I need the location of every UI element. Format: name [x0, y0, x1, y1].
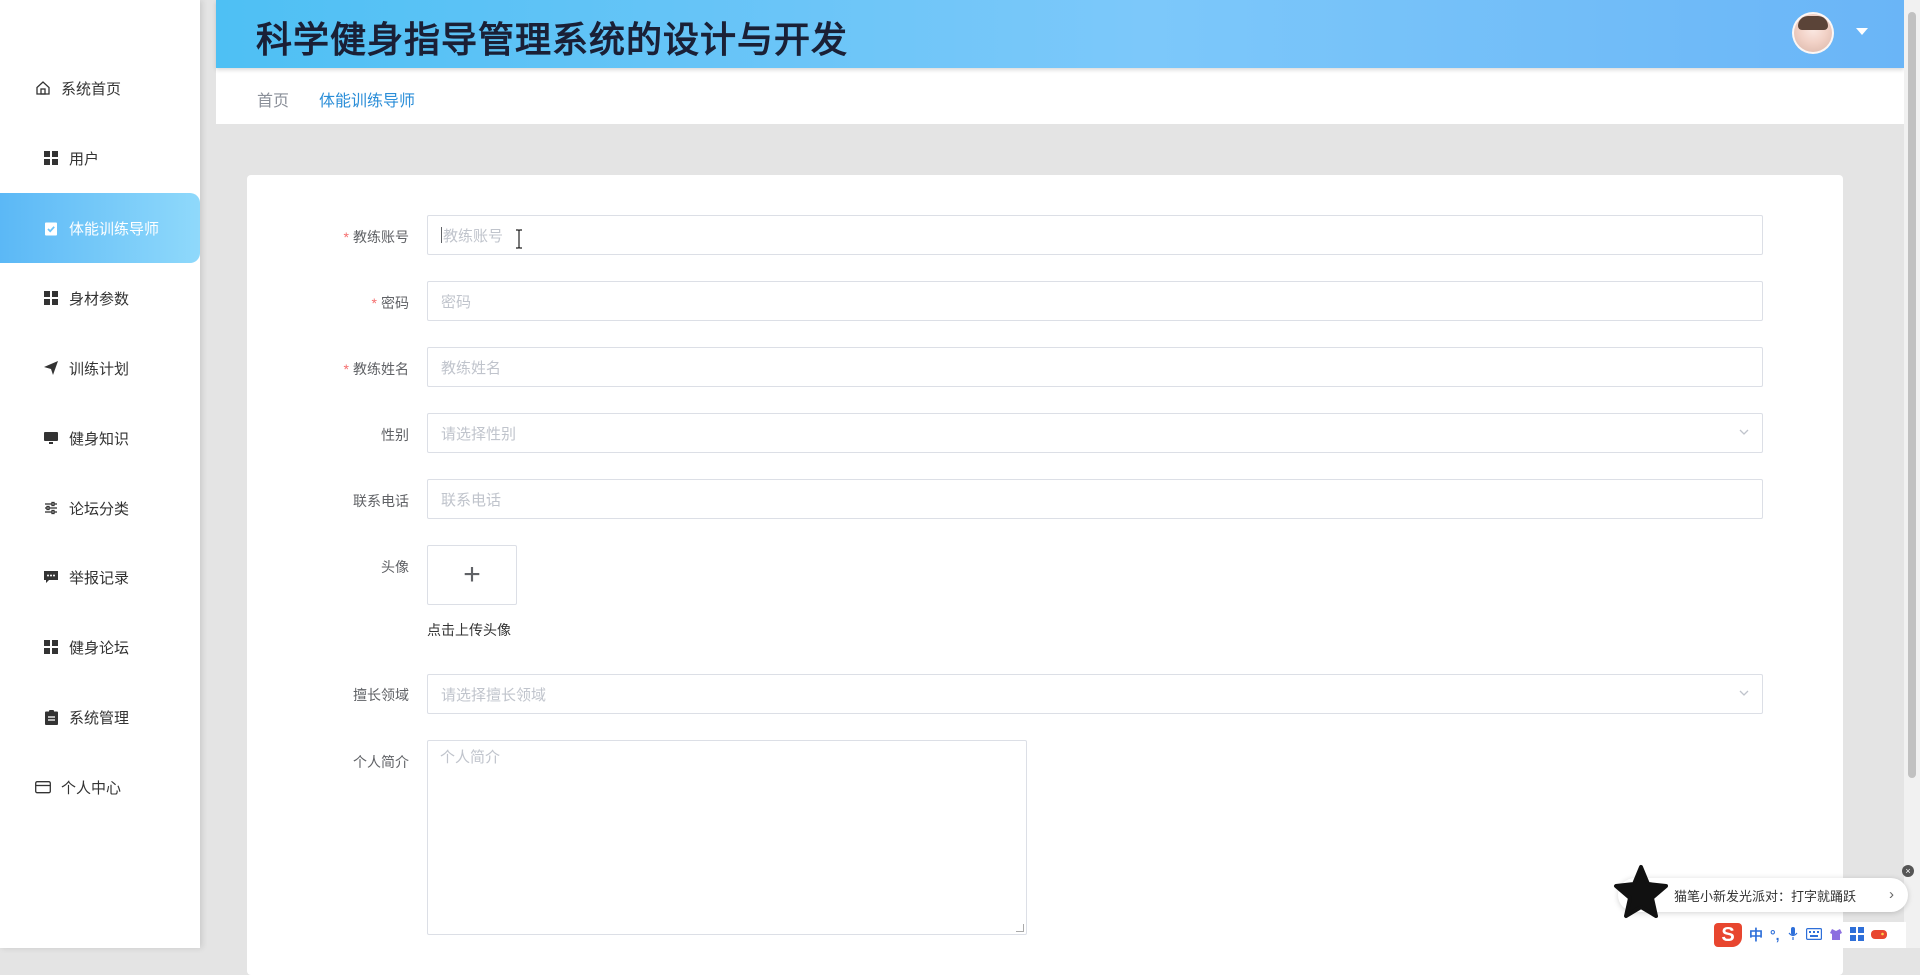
sogou-logo-icon[interactable]: S — [1714, 923, 1742, 947]
sidebar-item-personal-center[interactable]: 个人中心 — [0, 752, 200, 822]
sidebar-item-label: 训练计划 — [69, 360, 130, 378]
star-mascot-icon — [1614, 865, 1668, 918]
breadcrumb: 首页 体能训练导师 — [216, 68, 1904, 124]
sidebar-item-fitness-forum[interactable]: 健身论坛 — [0, 612, 200, 682]
ime-toolbar: S 中 °, — [1710, 922, 1906, 948]
sidebar-item-label: 用户 — [69, 150, 100, 168]
sidebar-item-trainers[interactable]: 体能训练导师 — [0, 193, 200, 263]
phone-placeholder: 联系电话 — [441, 491, 502, 509]
required-marker: * — [343, 361, 349, 377]
ime-mode[interactable]: 中 — [1749, 925, 1763, 945]
resize-handle[interactable] — [1016, 924, 1024, 932]
required-marker: * — [371, 295, 377, 311]
sidebar-item-label: 论坛分类 — [69, 500, 130, 518]
sidebar-item-label: 健身知识 — [69, 430, 130, 448]
avatar-label: 头像 — [381, 559, 409, 575]
specialty-placeholder: 请选择擅长领域 — [441, 686, 547, 704]
keyboard-icon[interactable] — [1805, 927, 1822, 943]
home-icon — [34, 79, 52, 97]
sidebar-item-label: 举报记录 — [69, 569, 130, 587]
ibeam-cursor-icon — [516, 229, 522, 249]
clipboard-icon — [42, 708, 60, 726]
ime-promo-popup[interactable]: 猫笔小新发光派对：打字就踊跃 › — [1614, 865, 1908, 918]
microphone-icon[interactable] — [1787, 926, 1799, 944]
name-label: * 教练姓名 — [343, 361, 409, 377]
text-caret — [441, 227, 442, 243]
close-icon[interactable]: × — [1902, 865, 1914, 877]
form-card: * 教练账号 教练账号 * 密码 密码 * 教练姓名 教练姓名 性别 请选择性别 联系… — [247, 175, 1843, 975]
sidebar-item-label: 系统首页 — [61, 80, 122, 98]
ime-punctuation[interactable]: °, — [1770, 927, 1780, 943]
skin-icon[interactable] — [1829, 927, 1843, 944]
gender-label: 性别 — [381, 427, 409, 443]
breadcrumb-home[interactable]: 首页 — [257, 87, 289, 111]
grid-icon — [42, 289, 60, 307]
app-title: 科学健身指导管理系统的设计与开发 — [256, 19, 849, 60]
sidebar-item-system-management[interactable]: 系统管理 — [0, 682, 200, 752]
clipboard-check-icon — [42, 219, 60, 237]
sidebar-item-body-params[interactable]: 身材参数 — [0, 263, 200, 333]
sidebar-item-fitness-knowledge[interactable]: 健身知识 — [0, 403, 200, 473]
header: 科学健身指导管理系统的设计与开发 — [216, 0, 1904, 68]
card-icon — [34, 778, 52, 796]
bio-label: 个人简介 — [353, 754, 409, 770]
sidebar-item-training-plan[interactable]: 训练计划 — [0, 333, 200, 403]
bio-textarea[interactable]: 个人简介 — [427, 740, 1027, 935]
sidebar-item-forum-category[interactable]: 论坛分类 — [0, 473, 200, 543]
gender-placeholder: 请选择性别 — [441, 425, 517, 443]
password-input[interactable]: 密码 — [427, 281, 1763, 321]
chevron-down-icon — [1738, 687, 1750, 702]
specialty-label: 擅长领域 — [353, 687, 409, 703]
message-icon — [42, 568, 60, 586]
scrollbar-thumb[interactable] — [1908, 12, 1916, 778]
bio-placeholder: 个人简介 — [440, 749, 501, 766]
sidebar-item-label: 系统管理 — [69, 709, 130, 727]
sidebar-item-label: 健身论坛 — [69, 639, 130, 657]
plus-icon: + — [463, 558, 481, 591]
sidebar-item-users[interactable]: 用户 — [0, 123, 200, 193]
chevron-right-icon[interactable]: › — [1889, 886, 1894, 903]
sidebar: 系统首页 用户 体能训练导师 身材参数 训练计划 健身知识 论坛分类 举报记录 … — [0, 0, 200, 948]
monitor-icon — [42, 429, 60, 447]
phone-input[interactable]: 联系电话 — [427, 479, 1763, 519]
sidebar-item-label: 体能训练导师 — [69, 220, 160, 238]
chevron-down-icon — [1738, 426, 1750, 441]
account-label: * 教练账号 — [343, 229, 409, 245]
grid-icon — [42, 149, 60, 167]
account-input[interactable]: 教练账号 — [427, 215, 1763, 255]
scrollbar[interactable] — [1904, 0, 1920, 948]
grid-icon — [42, 638, 60, 656]
name-input[interactable]: 教练姓名 — [427, 347, 1763, 387]
upload-hint: 点击上传头像 — [427, 622, 511, 638]
name-placeholder: 教练姓名 — [441, 359, 502, 377]
toolbox-icon[interactable] — [1849, 926, 1864, 944]
ime-popup-text: 猫笔小新发光派对：打字就踊跃 — [1674, 888, 1857, 904]
specialty-select[interactable]: 请选择擅长领域 — [427, 674, 1763, 714]
sidebar-item-label: 身材参数 — [69, 290, 130, 308]
sliders-icon — [42, 499, 60, 517]
breadcrumb-current: 体能训练导师 — [319, 93, 416, 110]
paper-plane-icon — [42, 359, 60, 377]
password-placeholder: 密码 — [441, 293, 472, 311]
sidebar-item-report-records[interactable]: 举报记录 — [0, 542, 200, 612]
required-marker: * — [343, 229, 349, 245]
user-avatar[interactable] — [1792, 12, 1834, 54]
password-label: * 密码 — [371, 295, 409, 311]
account-placeholder: 教练账号 — [443, 227, 504, 245]
avatar-upload[interactable]: + — [427, 545, 517, 605]
chevron-down-icon[interactable] — [1856, 28, 1868, 35]
phone-label: 联系电话 — [353, 493, 409, 509]
sidebar-item-home[interactable]: 系统首页 — [0, 53, 200, 123]
sidebar-item-label: 个人中心 — [61, 779, 122, 797]
gender-select[interactable]: 请选择性别 — [427, 413, 1763, 453]
game-icon[interactable] — [1870, 927, 1887, 943]
